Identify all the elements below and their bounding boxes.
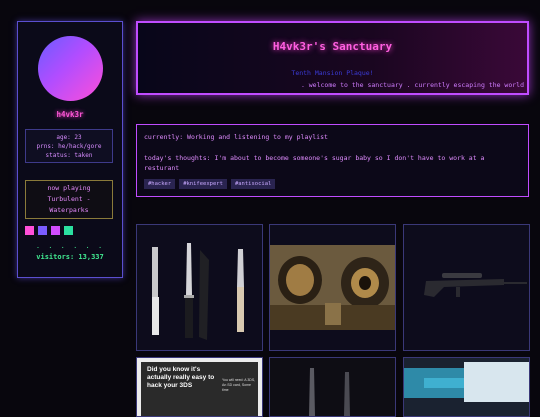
age-text: age: 23 xyxy=(56,134,82,141)
3ds-caption: Did you know it's actually really easy t… xyxy=(147,366,215,389)
gallery-image-knife-dark[interactable] xyxy=(269,357,396,417)
site-title: H4vk3r's Sanctuary xyxy=(272,40,393,53)
color-swatches xyxy=(25,226,73,235)
now-playing-box: now playing Turbulent - Waterparks xyxy=(25,180,113,219)
visitor-counter: visitors: 13,337 xyxy=(36,253,104,261)
tag-list: #hacker #knifeexpert #antisocial xyxy=(144,179,276,189)
3ds-requirements: You will need: A 3DS, An SD card, Some t… xyxy=(222,378,256,392)
now-playing-track: Turbulent - xyxy=(47,195,91,203)
gallery-image-rifle[interactable] xyxy=(403,224,530,351)
welcome-marquee: . welcome to the sanctuary . currently e… xyxy=(300,81,524,89)
status-box: currently: Working and listening to my p… xyxy=(136,124,529,197)
pronouns-text: prns: he/hack/gore xyxy=(36,143,102,150)
site-header: H4vk3r's Sanctuary Tenth Mansion Plaque!… xyxy=(136,21,529,95)
swatch-violet xyxy=(51,226,60,235)
now-playing-label: now playing xyxy=(47,184,91,192)
swatch-pink xyxy=(25,226,34,235)
swatch-green xyxy=(64,226,73,235)
currently-text: currently: Working and listening to my p… xyxy=(144,133,328,141)
gallery-image-knives[interactable] xyxy=(136,224,263,351)
relationship-status-text: status: taken xyxy=(45,152,93,159)
profile-info-box: age: 23 prns: he/hack/gore status: taken xyxy=(25,129,113,163)
tag-knifeexpert[interactable]: #knifeexpert xyxy=(179,179,227,189)
tag-hacker[interactable]: #hacker xyxy=(144,179,176,189)
now-playing-artist: Waterparks xyxy=(49,206,89,214)
site-subtitle-link[interactable]: Tenth Mansion Plaque! xyxy=(138,69,527,77)
gallery-image-tunnel[interactable] xyxy=(269,224,396,351)
dots-divider: . . . . . . xyxy=(35,242,105,250)
username: h4vk3r xyxy=(56,110,84,119)
tag-antisocial[interactable]: #antisocial xyxy=(230,179,276,189)
gallery-image-3ds-hack[interactable]: Did you know it's actually really easy t… xyxy=(136,357,263,417)
thoughts-text: today's thoughts: I'm about to become so… xyxy=(144,154,485,172)
profile-sidebar: h4vk3r age: 23 prns: he/hack/gore status… xyxy=(17,21,123,278)
gallery-image-glitch[interactable] xyxy=(403,357,530,417)
avatar[interactable] xyxy=(38,36,103,101)
swatch-purple xyxy=(38,226,47,235)
